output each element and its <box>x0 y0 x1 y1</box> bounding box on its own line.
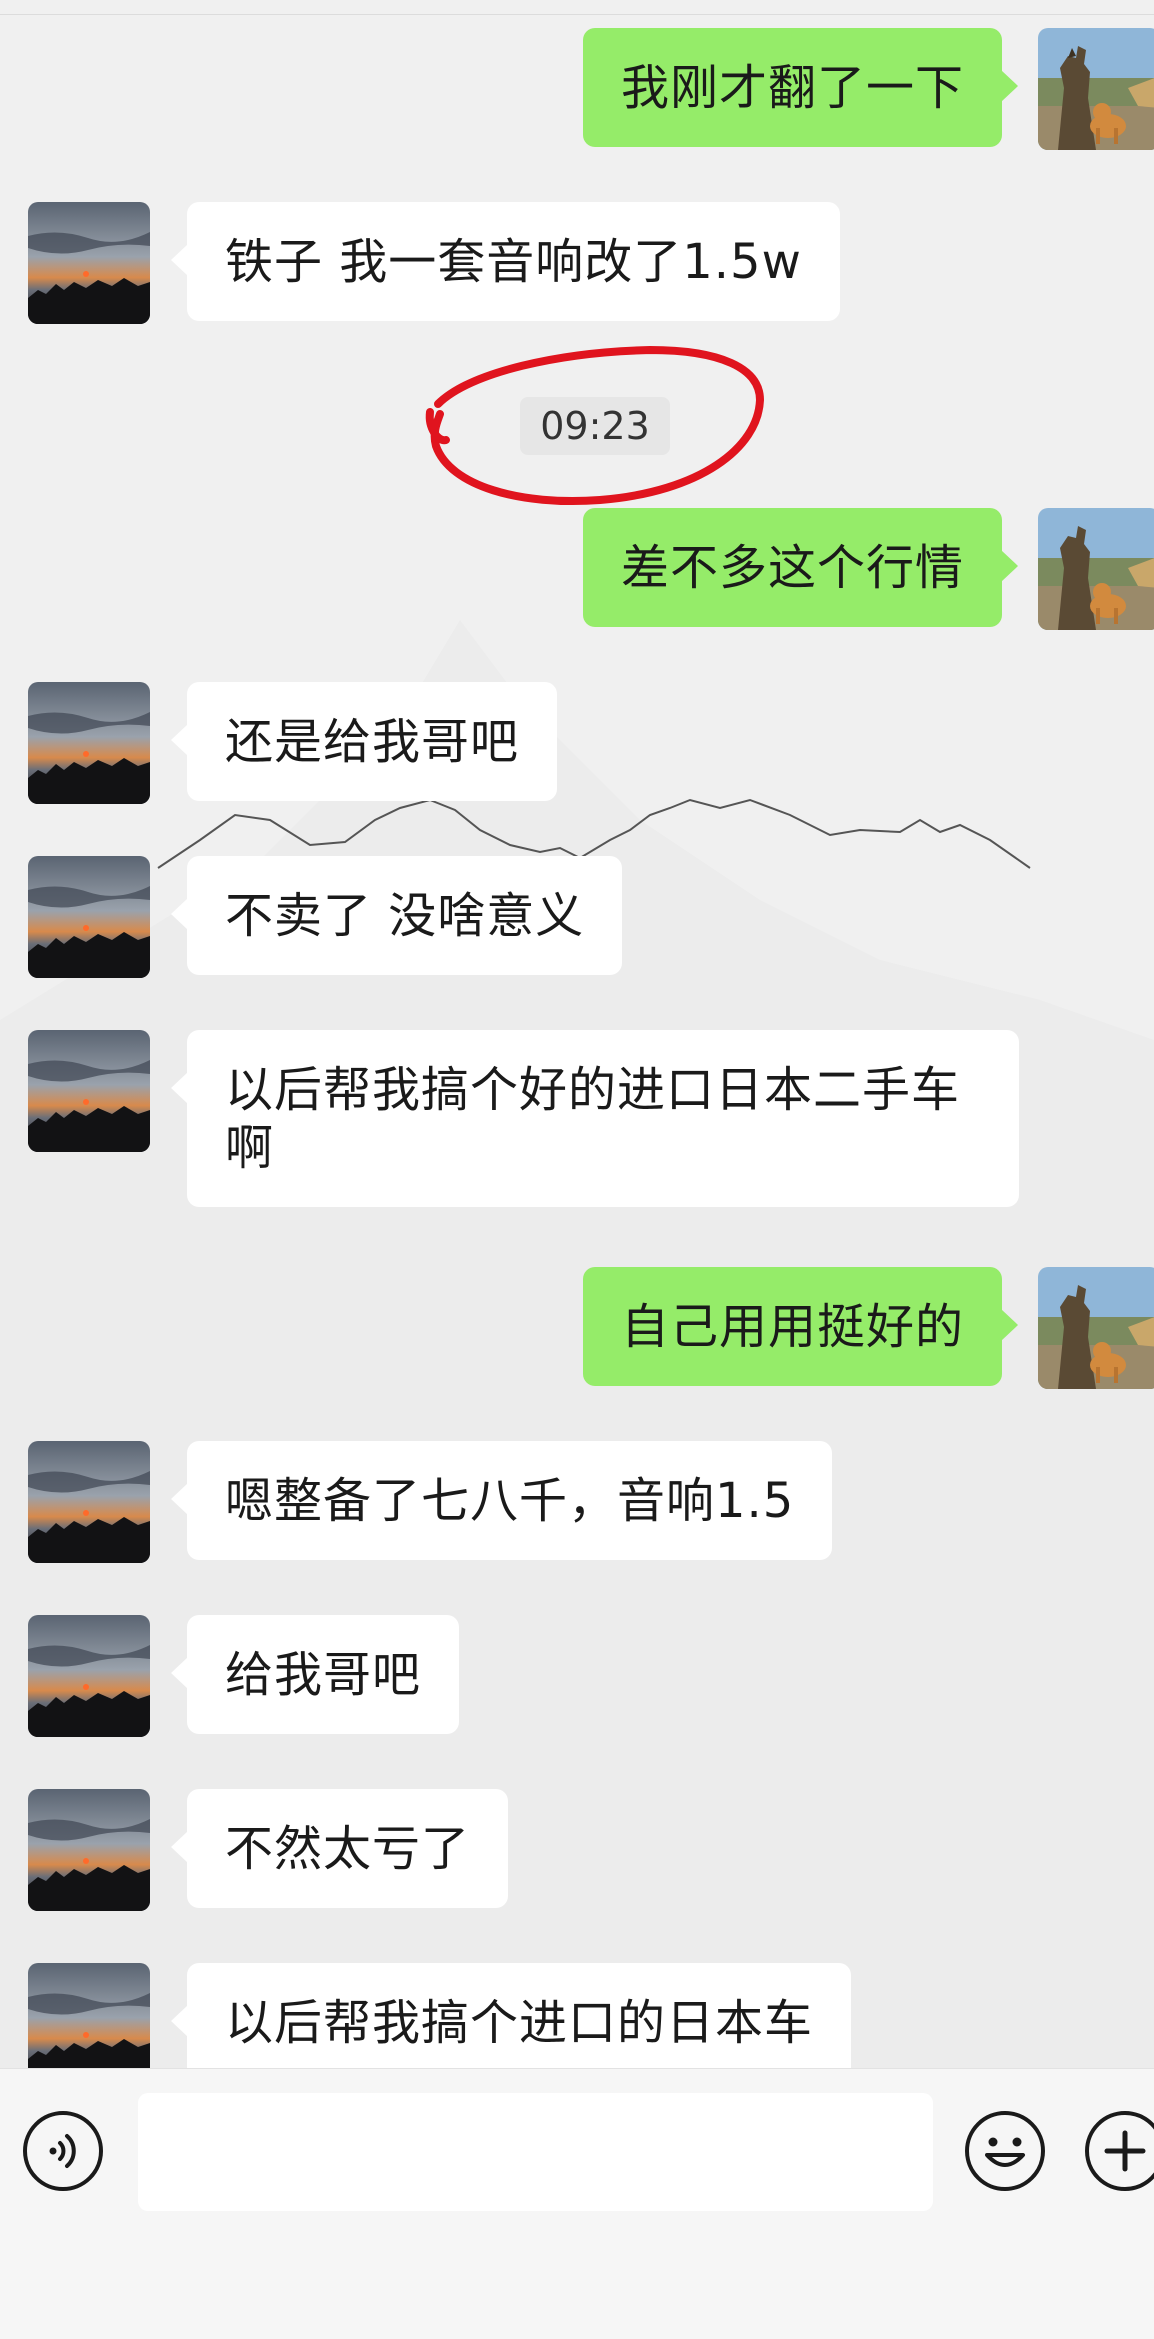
message-row: 不然太亏了 <box>0 1789 1154 1911</box>
avatar-sunset-image <box>28 1030 150 1152</box>
my-avatar[interactable] <box>1038 1267 1154 1389</box>
contact-avatar[interactable] <box>28 202 150 324</box>
avatar-godzilla-dog-image <box>1038 28 1154 150</box>
plus-icon <box>1104 2130 1146 2172</box>
contact-avatar[interactable] <box>28 1441 150 1563</box>
message-row: 以后帮我搞个进口的日本车 <box>0 1963 1154 2085</box>
avatar-sunset-image <box>28 1963 150 2085</box>
received-message-bubble[interactable]: 还是给我哥吧 <box>170 682 558 801</box>
received-message-bubble[interactable]: 不卖了 没啥意义 <box>170 856 623 975</box>
received-message-bubble[interactable]: 嗯整备了七八千，音响1.5 <box>170 1441 833 1560</box>
my-avatar[interactable] <box>1038 508 1154 630</box>
message-row: 还是给我哥吧 <box>0 682 1154 804</box>
contact-avatar[interactable] <box>28 856 150 978</box>
contact-avatar[interactable] <box>28 682 150 804</box>
message-row: 自己用用挺好的 <box>0 1267 1154 1389</box>
emoji-button[interactable] <box>965 2111 1045 2191</box>
avatar-sunset-image <box>28 1441 150 1563</box>
voice-icon <box>49 2134 76 2168</box>
message-row: 我刚才翻了一下 <box>0 28 1154 150</box>
received-message-bubble[interactable]: 以后帮我搞个进口的日本车 <box>170 1963 852 2082</box>
message-input[interactable] <box>138 2093 933 2211</box>
avatar-sunset-image <box>28 1615 150 1737</box>
message-row: 以后帮我搞个好的进口日本二手车啊 <box>0 1030 1154 1216</box>
received-message-bubble[interactable]: 给我哥吧 <box>170 1615 460 1734</box>
avatar-sunset-image <box>28 202 150 324</box>
message-row: 给我哥吧 <box>0 1615 1154 1737</box>
received-message-bubble[interactable]: 铁子 我一套音响改了1.5w <box>171 202 840 321</box>
message-row: 差不多这个行情 <box>0 508 1154 630</box>
avatar-godzilla-dog-image <box>1038 508 1154 630</box>
message-row: 铁子 我一套音响改了1.5w <box>0 202 1154 324</box>
my-avatar[interactable] <box>1038 28 1154 150</box>
message-row: 嗯整备了七八千，音响1.5 <box>0 1441 1154 1563</box>
voice-input-button[interactable] <box>23 2111 103 2191</box>
contact-avatar[interactable] <box>28 1789 150 1911</box>
contact-avatar[interactable] <box>28 1963 150 2085</box>
emoji-icon <box>985 2137 1025 2167</box>
contact-avatar[interactable] <box>28 1030 150 1152</box>
received-message-bubble[interactable]: 不然太亏了 <box>170 1789 509 1908</box>
avatar-sunset-image <box>28 1789 150 1911</box>
more-options-button[interactable] <box>1085 2111 1154 2191</box>
message-timestamp: 09:23 <box>520 397 670 455</box>
top-edge <box>0 0 1154 15</box>
sent-message-bubble[interactable]: 差不多这个行情 <box>582 508 1019 627</box>
message-row: 不卖了 没啥意义 <box>0 856 1154 978</box>
contact-avatar[interactable] <box>28 1615 150 1737</box>
avatar-godzilla-dog-image <box>1038 1267 1154 1389</box>
avatar-sunset-image <box>28 856 150 978</box>
avatar-sunset-image <box>28 682 150 804</box>
received-message-bubble[interactable]: 以后帮我搞个好的进口日本二手车啊 <box>171 1030 1019 1207</box>
sent-message-bubble[interactable]: 我刚才翻了一下 <box>582 28 1019 147</box>
sent-message-bubble[interactable]: 自己用用挺好的 <box>582 1267 1019 1386</box>
